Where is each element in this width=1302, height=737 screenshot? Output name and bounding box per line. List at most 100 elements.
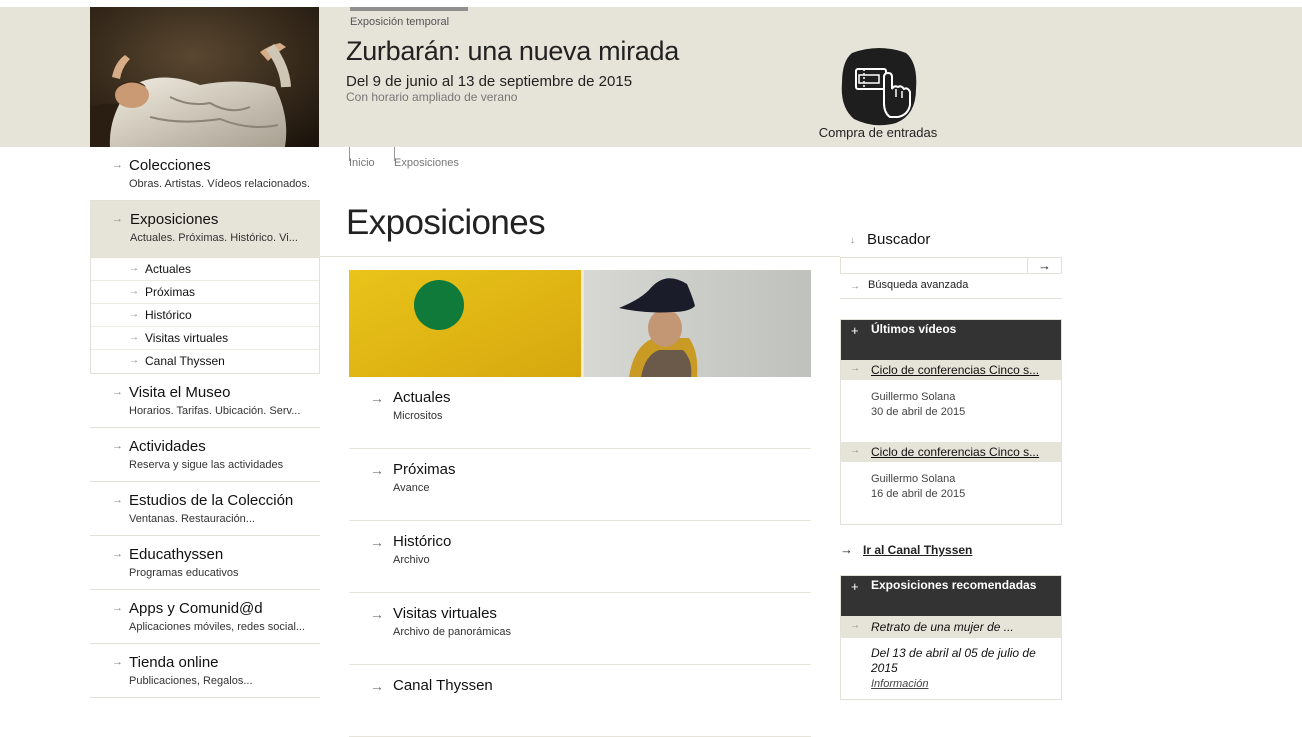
hero-painting-image[interactable] (90, 7, 319, 147)
subnav-item-label[interactable]: Canal Thyssen (145, 354, 225, 368)
arrow-right-icon: → (112, 602, 123, 614)
list-item-title[interactable]: Visitas virtuales (393, 605, 497, 622)
video-item-meta: Guillermo Solana 16 de abril de 2015 (841, 462, 1061, 524)
list-item-subtitle: Archivo de panorámicas (393, 626, 512, 638)
arrow-right-icon: → (112, 548, 123, 560)
nav-item-title[interactable]: Exposiciones (130, 211, 218, 228)
arrow-right-icon: → (850, 281, 860, 292)
subnav-item-historico[interactable]: → Histórico (91, 304, 319, 327)
nav-item-title[interactable]: Apps y Comunid@d (129, 600, 263, 617)
panel-heading: Últimos vídeos (871, 322, 957, 336)
list-item-proximas[interactable]: → Próximas Avance (349, 449, 811, 521)
subnav-item-actuales[interactable]: → Actuales (91, 258, 319, 281)
subnav-item-label[interactable]: Visitas virtuales (145, 331, 228, 345)
recommended-header[interactable]: + Exposiciones recomendadas (841, 576, 1061, 616)
nav-item-estudios[interactable]: → Estudios de la Colección Ventanas. Res… (90, 482, 320, 536)
subnav-item-proximas[interactable]: → Próximas (91, 281, 319, 304)
list-item-historico[interactable]: → Histórico Archivo (349, 521, 811, 593)
subnav-item-label[interactable]: Actuales (145, 262, 191, 276)
nav-item-subtitle: Actuales. Próximas. Histórico. Vi... (130, 232, 298, 244)
recommended-item-title-row[interactable]: → Retrato de una mujer de ... (841, 616, 1061, 638)
nav-item-colecciones[interactable]: → Colecciones Obras. Artistas. Vídeos re… (90, 147, 320, 201)
nav-item-title[interactable]: Colecciones (129, 157, 211, 174)
nav-item-apps[interactable]: → Apps y Comunid@d Aplicaciones móviles,… (90, 590, 320, 644)
arrow-right-icon: → (112, 656, 123, 668)
list-item-title[interactable]: Histórico (393, 533, 451, 550)
nav-item-subtitle: Obras. Artistas. Vídeos relacionados. (129, 178, 310, 190)
list-item-subtitle: Micrositos (393, 410, 443, 422)
ticket-hand-icon[interactable] (838, 45, 920, 127)
list-item-canal-thyssen[interactable]: → Canal Thyssen (349, 665, 811, 737)
list-item-title[interactable]: Próximas (393, 461, 456, 478)
video-title-link[interactable]: Ciclo de conferencias Cinco s... (871, 363, 1049, 377)
subnav-item-label[interactable]: Histórico (145, 308, 192, 322)
list-item-title[interactable]: Actuales (393, 389, 451, 406)
nav-item-actividades[interactable]: → Actividades Reserva y sigue las activi… (90, 428, 320, 482)
recommended-item-meta: Del 13 de abril al 05 de julio de 2015 I… (841, 638, 1061, 708)
search-heading: Buscador (867, 231, 931, 248)
ticket-purchase-label[interactable]: Compra de entradas (800, 125, 956, 140)
arrow-right-icon: → (850, 445, 860, 456)
arrow-right-icon: → (112, 386, 123, 398)
video-author: Guillermo Solana (871, 473, 956, 485)
subnav-item-canal-thyssen[interactable]: → Canal Thyssen (91, 350, 319, 373)
list-item-subtitle: Archivo (393, 554, 430, 566)
video-title-link[interactable]: Ciclo de conferencias Cinco s... (871, 445, 1049, 459)
list-item-title[interactable]: Canal Thyssen (393, 677, 493, 694)
nav-item-exposiciones[interactable]: → Exposiciones Actuales. Próximas. Histó… (90, 201, 320, 257)
arrow-right-icon: → (129, 355, 139, 366)
video-item-title-row[interactable]: → Ciclo de conferencias Cinco s... (841, 360, 1061, 380)
nav-item-title[interactable]: Educathyssen (129, 546, 223, 563)
arrow-right-icon: → (840, 542, 853, 557)
nav-item-tienda[interactable]: → Tienda online Publicaciones, Regalos..… (90, 644, 320, 698)
arrow-right-icon: → (112, 494, 123, 506)
arrow-right-icon: → (850, 363, 860, 374)
nav-item-visita-museo[interactable]: → Visita el Museo Horarios. Tarifas. Ubi… (90, 374, 320, 428)
exhibition-title[interactable]: Zurbarán: una nueva mirada (346, 36, 679, 67)
search-input[interactable] (840, 257, 1028, 274)
video-item-title-row[interactable]: → Ciclo de conferencias Cinco s... (841, 442, 1061, 462)
nav-item-title[interactable]: Tienda online (129, 654, 219, 671)
exhibition-dates: Del 9 de junio al 13 de septiembre de 20… (346, 73, 633, 90)
video-author: Guillermo Solana (871, 391, 956, 403)
latest-videos-header[interactable]: + Últimos vídeos (841, 320, 1061, 360)
nav-item-subtitle: Programas educativos (129, 567, 239, 579)
list-item-visitas-virtuales[interactable]: → Visitas virtuales Archivo de panorámic… (349, 593, 811, 665)
recommended-info-link[interactable]: Información (871, 678, 928, 690)
exhibition-photo[interactable] (349, 270, 811, 377)
page-title: Exposiciones (346, 203, 546, 242)
nav-item-subtitle: Ventanas. Restauración... (129, 513, 255, 525)
nav-item-subtitle: Horarios. Tarifas. Ubicación. Serv... (129, 405, 301, 417)
arrow-right-icon: → (129, 286, 139, 297)
plus-icon[interactable]: + (851, 323, 859, 338)
list-item-actuales[interactable]: → Actuales Micrositos (349, 377, 811, 449)
canal-thyssen-link[interactable]: Ir al Canal Thyssen (863, 543, 972, 557)
exhibition-type: Exposición temporal (350, 16, 450, 28)
title-divider (320, 256, 840, 257)
advanced-search-link[interactable]: Búsqueda avanzada (868, 279, 968, 291)
nav-item-subtitle: Reserva y sigue las actividades (129, 459, 284, 471)
left-sidebar-nav: → Colecciones Obras. Artistas. Vídeos re… (90, 147, 320, 698)
plus-icon[interactable]: + (851, 579, 859, 594)
nav-item-educathyssen[interactable]: → Educathyssen Programas educativos (90, 536, 320, 590)
arrow-right-icon: → (370, 678, 384, 694)
arrow-down-icon: ↓ (850, 235, 855, 246)
nav-item-title[interactable]: Visita el Museo (129, 384, 230, 401)
arrow-right-icon: → (850, 620, 860, 631)
recommended-exhibitions-panel: + Exposiciones recomendadas → Retrato de… (840, 575, 1062, 700)
recommended-dates: Del 13 de abril al 05 de julio de 2015 (871, 646, 1036, 675)
subnav-item-label[interactable]: Próximas (145, 285, 195, 299)
list-item-subtitle: Avance (393, 482, 430, 494)
search-submit-button[interactable]: → (1028, 257, 1062, 274)
breadcrumb-inicio[interactable]: Inicio (349, 157, 375, 169)
recommended-title[interactable]: Retrato de una mujer de ... (871, 620, 1014, 634)
arrow-right-icon: → (112, 159, 123, 171)
nav-item-title[interactable]: Actividades (129, 438, 206, 455)
arrow-right-icon: → (370, 606, 384, 622)
search-divider (840, 298, 1062, 299)
nav-item-title[interactable]: Estudios de la Colección (129, 492, 293, 509)
exhibition-banner[interactable]: Exposición temporal Zurbarán: una nueva … (0, 7, 1302, 147)
breadcrumb-exposiciones[interactable]: Exposiciones (394, 157, 459, 169)
subnav-item-visitas-virtuales[interactable]: → Visitas virtuales (91, 327, 319, 350)
arrow-right-icon: → (112, 440, 123, 452)
